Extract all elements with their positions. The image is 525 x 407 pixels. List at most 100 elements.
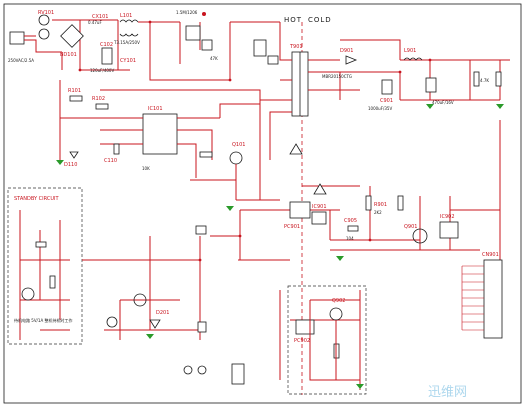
pfc-stage: 1.5M/1206 47K (138, 10, 280, 81)
lower-drive-circuit: D201 (82, 225, 361, 390)
p2-jumper (197, 365, 207, 375)
q101-ref: Q101 (232, 142, 245, 148)
p1-jumper (183, 365, 193, 375)
standby-title: STANDBY CIRCUIT (14, 196, 59, 202)
junction-dot (228, 78, 232, 82)
q101-body (229, 151, 243, 165)
r903-resistor (473, 71, 480, 87)
c902-cap (425, 77, 437, 93)
sheet-border (3, 3, 522, 404)
feedback-circuit: PC901 IC901 R901 2K2 C905 104 Q901 IC902 (210, 120, 501, 270)
cn901-ref: CN901 (482, 252, 499, 258)
q902-transistor (329, 307, 343, 321)
d110-diode (69, 151, 79, 159)
lower-cap-2 (197, 321, 207, 333)
res-47k-label: 47K (210, 56, 218, 61)
junction-dot (428, 58, 432, 62)
warning-triangle-1 (289, 143, 303, 155)
junction-dot (78, 68, 82, 72)
cn901-body (483, 259, 503, 339)
ac-input-filter: RV101 250VAC/2.5A CX101 0.47uF BD101 L10… (8, 10, 140, 73)
ic901-regulator (311, 211, 327, 225)
q202-transistor (106, 316, 118, 328)
cap-1000u-value: 1000uF/35V (368, 106, 392, 111)
junction-dots (78, 20, 432, 262)
ground-icon (336, 256, 344, 261)
watermark-logo: 迅维网 (428, 385, 467, 400)
diode-mbr-value: MBR20150CTG (322, 74, 352, 79)
ground-icon (226, 206, 234, 211)
r901-resistor (365, 195, 372, 211)
ground-icon (56, 160, 64, 165)
secondary-output: D901 MBR20150CTG L901 C901 1000uF/35V 47… (308, 39, 510, 111)
bulk-cap-value: 120uF/400V (90, 68, 114, 73)
q901-ref: Q901 (404, 224, 417, 230)
r102-resistor (95, 103, 109, 110)
ac-connector (9, 31, 25, 45)
pc902-ref: PC902 (294, 338, 310, 344)
pc901-ref: PC901 (284, 224, 300, 230)
cap-470u-value: 470uF/16V (432, 100, 454, 105)
standby-note: 待机电路 5V/1A 整机待机时工作 (14, 317, 72, 323)
bulk-cap-c102 (101, 47, 113, 65)
test-point-1 (202, 12, 206, 16)
fuse-symbol (38, 14, 50, 26)
res-2k2-value: 2K2 (374, 210, 382, 215)
pc901-optocoupler (289, 201, 311, 219)
d201-diode (149, 319, 161, 329)
ground-icon (356, 384, 364, 389)
r904-resistor (495, 71, 502, 87)
ground-icon (146, 334, 154, 339)
hot-side-label: HOT (284, 16, 302, 24)
feedback-res-block (397, 195, 404, 211)
pc902-wiring (309, 299, 360, 381)
rv101-ref: RV101 (38, 10, 54, 16)
cold-side-label: COLD (308, 16, 332, 24)
l101-ref: L101 (120, 13, 132, 19)
c905-cap (347, 225, 359, 232)
power-supply-schematic: HOT COLD RV101 250VAC/2.5A CX101 0.47uF … (3, 3, 522, 404)
heatsink-block (231, 363, 245, 385)
pc902-optocoupler (295, 319, 315, 335)
res-1m-label: 1.5M/1206 (176, 10, 198, 15)
junction-dot (198, 258, 202, 262)
c110-ref: C110 (104, 158, 117, 164)
mains-value: 250VAC/2.5A (8, 58, 34, 63)
d201-ref: D201 (156, 310, 169, 316)
d110-ref: D110 (64, 162, 77, 168)
cap-104-value: 104 (346, 236, 354, 241)
varistor-symbol (38, 28, 50, 40)
junction-dot (238, 234, 242, 238)
r101-ref: R101 (68, 88, 81, 94)
ic101-body (142, 113, 178, 155)
d901-ref: D901 (340, 48, 353, 54)
c110-cap (113, 143, 120, 155)
standby-res-1 (35, 241, 47, 248)
ic101-ref: IC101 (148, 106, 163, 112)
lower-cap-1 (195, 225, 207, 235)
bd101-ref: BD101 (60, 52, 77, 58)
res-10k-label: 10K (142, 166, 150, 171)
junction-dot (368, 238, 372, 242)
c905-ref: C905 (344, 218, 357, 224)
c901-cap (381, 79, 393, 95)
junction-dot (148, 20, 152, 24)
lower-wiring (82, 236, 361, 390)
ic902-ref: IC902 (440, 214, 455, 220)
ic901-ref: IC901 (312, 204, 327, 210)
pfc-res-block (267, 55, 279, 65)
transformer-t901: T901 (260, 22, 309, 160)
pfc-diode-block (201, 39, 213, 51)
cap-x-value: 0.47uF (88, 20, 102, 25)
standby-res-2 (49, 275, 56, 289)
c102-ref: C102 (100, 42, 113, 48)
connector-pins (461, 265, 484, 331)
emi-wiring (24, 19, 130, 71)
pfc-cap-block (253, 39, 267, 57)
standby-transistor (21, 287, 35, 301)
pfc-switch (185, 25, 201, 41)
pc902-section: PC902 Q902 (287, 285, 367, 395)
fuse-value: T3.15A/250V (113, 40, 140, 45)
r102-ref: R102 (92, 96, 105, 102)
ground-icon (496, 104, 504, 109)
